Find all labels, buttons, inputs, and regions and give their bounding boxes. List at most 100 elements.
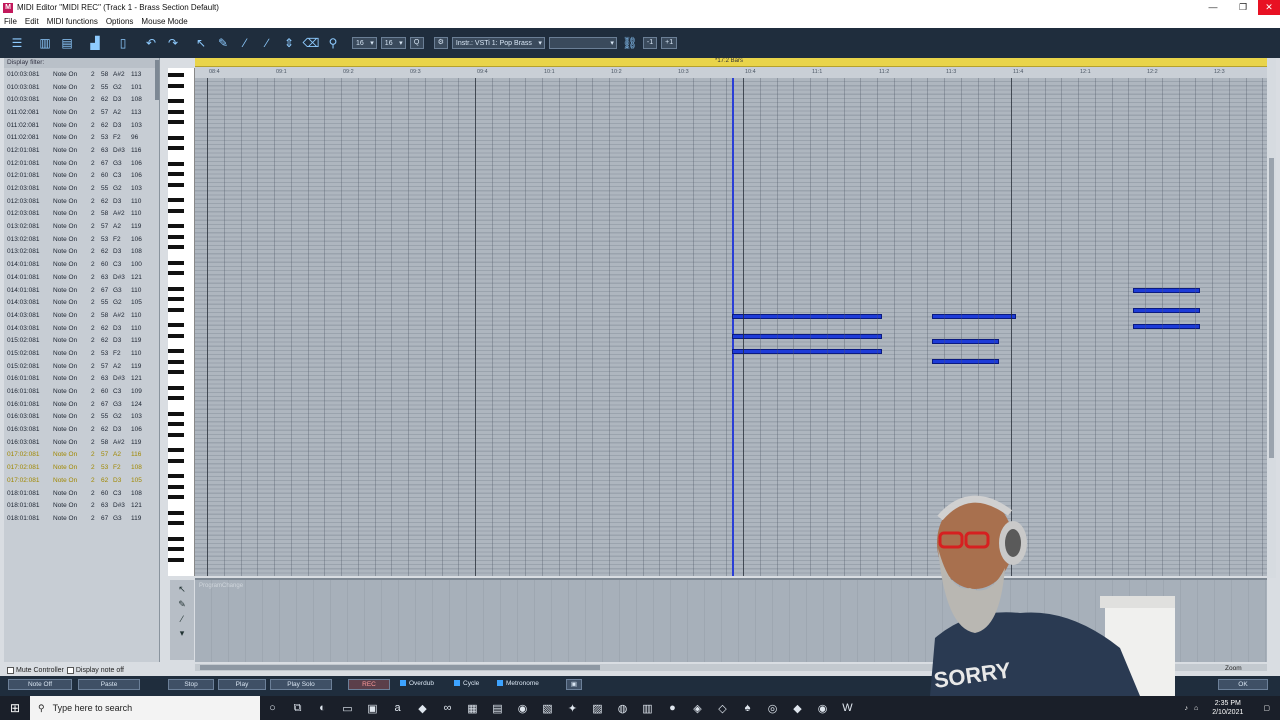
timeline-ruler[interactable]: *17:2 Bars 08:4 09:1 09:2 09:3 09:4 10:1 10:2 1… bbox=[195, 58, 1267, 78]
event-row[interactable]: 010:03:081 Note On 2 55 G2 101 bbox=[4, 81, 159, 94]
midi-note[interactable] bbox=[932, 339, 999, 344]
vertical-scroll-thumb[interactable] bbox=[1269, 158, 1274, 458]
zoom-select[interactable]: Zoom bbox=[1225, 665, 1242, 672]
redo-icon[interactable]: ↷ bbox=[164, 34, 182, 52]
event-row[interactable]: 013:02:081 Note On 2 62 D3 108 bbox=[4, 246, 159, 259]
chrome-icon[interactable]: ◍ bbox=[610, 702, 635, 715]
event-row[interactable]: 014:01:081 Note On 2 63 D#3 121 bbox=[4, 271, 159, 284]
event-row[interactable]: 012:01:081 Note On 2 63 D#3 116 bbox=[4, 144, 159, 157]
piano-black-key[interactable] bbox=[168, 234, 184, 239]
close-button[interactable]: ✕ bbox=[1258, 0, 1280, 15]
event-row[interactable]: 016:01:081 Note On 2 63 D#3 121 bbox=[4, 373, 159, 386]
ctrl-pencil-icon[interactable]: ✎ bbox=[170, 599, 194, 610]
event-row[interactable]: 017:02:081 Note On 2 57 A2 116 bbox=[4, 449, 159, 462]
event-row[interactable]: 015:02:081 Note On 2 62 D3 119 bbox=[4, 334, 159, 347]
app-icon-4[interactable]: ▧ bbox=[535, 702, 560, 715]
split-tool-icon[interactable]: ⇕ bbox=[280, 34, 298, 52]
instrument-select[interactable]: Instr.: VSTi 1: Pop Brass bbox=[451, 37, 545, 50]
event-row[interactable]: 016:03:081 Note On 2 62 D3 106 bbox=[4, 423, 159, 436]
task-view-icon[interactable]: ⧉ bbox=[285, 702, 310, 715]
length-select[interactable]: 16 bbox=[380, 37, 406, 50]
piano-black-key[interactable] bbox=[168, 422, 184, 427]
cycle-checkbox[interactable] bbox=[454, 680, 460, 687]
app-icon-7[interactable]: ● bbox=[660, 702, 685, 714]
event-row[interactable]: 015:02:081 Note On 2 57 A2 119 bbox=[4, 360, 159, 373]
overdub-checkbox[interactable] bbox=[400, 680, 406, 687]
menu-options[interactable]: Options bbox=[106, 17, 134, 26]
event-row[interactable]: 017:02:081 Note On 2 62 D3 105 bbox=[4, 474, 159, 487]
event-row[interactable]: 018:01:081 Note On 2 63 D#3 121 bbox=[4, 499, 159, 512]
piano-black-key[interactable] bbox=[168, 297, 184, 302]
midi-note[interactable] bbox=[932, 359, 999, 364]
app-icon-12[interactable]: ◆ bbox=[785, 702, 810, 715]
app-icon-6[interactable]: ▨ bbox=[585, 702, 610, 715]
event-row[interactable]: 016:01:081 Note On 2 60 C3 109 bbox=[4, 385, 159, 398]
metronome-settings-icon[interactable]: ▣ bbox=[566, 679, 582, 690]
zoom-tool-icon[interactable]: ⚲ bbox=[324, 34, 342, 52]
piano-black-key[interactable] bbox=[168, 99, 184, 104]
stop-button[interactable]: Stop bbox=[168, 679, 214, 690]
word-icon[interactable]: W bbox=[835, 702, 860, 714]
piano-black-key[interactable] bbox=[168, 208, 184, 213]
midi-note[interactable] bbox=[1133, 288, 1200, 293]
vertical-scrollbar[interactable] bbox=[1267, 58, 1276, 578]
event-row[interactable]: 012:01:081 Note On 2 60 C3 106 bbox=[4, 170, 159, 183]
event-row[interactable]: 012:03:081 Note On 2 55 G2 103 bbox=[4, 182, 159, 195]
piano-black-key[interactable] bbox=[168, 458, 184, 463]
display-note-off-checkbox[interactable] bbox=[66, 666, 74, 674]
line-tool-icon[interactable]: ⁄ bbox=[236, 34, 254, 52]
event-row[interactable]: 012:03:081 Note On 2 62 D3 110 bbox=[4, 195, 159, 208]
piano-keyboard[interactable] bbox=[168, 68, 195, 576]
menu-midi-functions[interactable]: MIDI functions bbox=[47, 17, 98, 26]
piano-roll-icon[interactable]: ▥ bbox=[36, 34, 54, 52]
play-solo-button[interactable]: Play Solo bbox=[270, 679, 332, 690]
piano-black-key[interactable] bbox=[168, 182, 184, 187]
piano-black-key[interactable] bbox=[168, 521, 184, 526]
note-off-select[interactable]: Note Off bbox=[8, 679, 72, 690]
piano-black-key[interactable] bbox=[168, 109, 184, 114]
minus-one-button[interactable]: -1 bbox=[642, 37, 658, 49]
ctrl-arrow-icon[interactable]: ↖ bbox=[170, 584, 194, 595]
event-row[interactable]: 014:03:081 Note On 2 62 D3 110 bbox=[4, 322, 159, 335]
midi-note[interactable] bbox=[1133, 308, 1200, 313]
ok-button[interactable]: OK bbox=[1218, 679, 1268, 690]
event-row[interactable]: 018:01:081 Note On 2 60 C3 108 bbox=[4, 487, 159, 500]
piano-black-key[interactable] bbox=[168, 323, 184, 328]
menu-mouse-mode[interactable]: Mouse Mode bbox=[141, 17, 187, 26]
curve-tool-icon[interactable]: ∕ bbox=[258, 34, 276, 52]
piano-black-key[interactable] bbox=[168, 370, 184, 375]
paste-button[interactable]: Paste bbox=[78, 679, 140, 690]
rec-button[interactable]: REC bbox=[348, 679, 390, 690]
piano-black-key[interactable] bbox=[168, 245, 184, 250]
cortana-icon[interactable]: ○ bbox=[260, 702, 285, 714]
piano-black-key[interactable] bbox=[168, 135, 184, 140]
app-icon-2[interactable]: ▤ bbox=[485, 702, 510, 715]
event-list-icon[interactable]: ☰ bbox=[8, 34, 26, 52]
ctrl-select-icon[interactable]: ▾ bbox=[170, 628, 194, 639]
notifications-icon[interactable]: ▢ bbox=[1263, 704, 1270, 712]
piano-black-key[interactable] bbox=[168, 260, 184, 265]
calculator-icon[interactable]: ▥ bbox=[635, 702, 660, 715]
display-filter-label[interactable]: Display filter: bbox=[4, 58, 159, 68]
overdub-toggle[interactable]: Overdub bbox=[400, 680, 434, 687]
menu-file[interactable]: File bbox=[4, 17, 17, 26]
event-row[interactable]: 013:02:081 Note On 2 53 F2 106 bbox=[4, 233, 159, 246]
piano-black-key[interactable] bbox=[168, 198, 184, 203]
piano-black-key[interactable] bbox=[168, 307, 184, 312]
edge-icon[interactable]: ◐ bbox=[310, 702, 335, 714]
taskbar-search[interactable]: ⚲ Type here to search bbox=[30, 696, 260, 720]
quantize-button[interactable]: Q bbox=[409, 37, 424, 49]
infinity-icon[interactable]: ∞ bbox=[435, 702, 460, 714]
drum-editor-icon[interactable]: ▤ bbox=[58, 34, 76, 52]
app-icon-8[interactable]: ◈ bbox=[685, 702, 710, 715]
piano-black-key[interactable] bbox=[168, 120, 184, 125]
piano-black-key[interactable] bbox=[168, 448, 184, 453]
piano-black-key[interactable] bbox=[168, 73, 184, 78]
program-select[interactable] bbox=[548, 37, 617, 50]
eraser-tool-icon[interactable]: ⌫ bbox=[302, 34, 320, 52]
event-row[interactable]: 014:01:081 Note On 2 60 C3 100 bbox=[4, 258, 159, 271]
piano-black-key[interactable] bbox=[168, 224, 184, 229]
event-row[interactable]: 010:03:081 Note On 2 58 A#2 113 bbox=[4, 68, 159, 81]
piano-black-key[interactable] bbox=[168, 349, 184, 354]
piano-black-key[interactable] bbox=[168, 474, 184, 479]
